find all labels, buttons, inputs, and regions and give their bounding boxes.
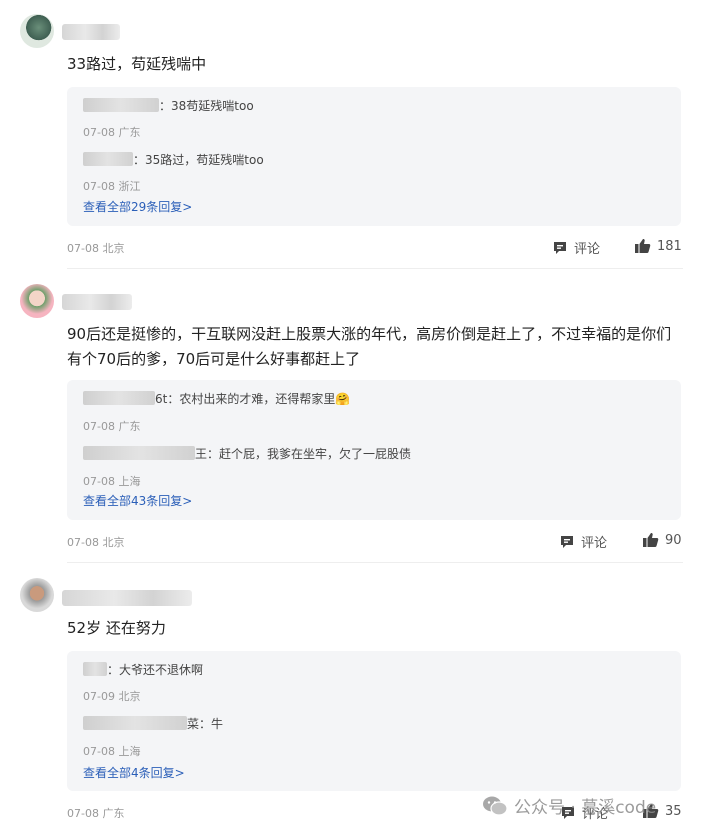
watermark-text: 公众号 · 慕溪code	[514, 798, 657, 818]
like-count: 35	[665, 803, 682, 819]
divider	[67, 562, 683, 563]
watermark: 公众号 · 慕溪code	[482, 793, 656, 818]
reply-meta: 07-08 广东	[83, 420, 141, 433]
reply-box: ：38苟延残喘too 07-08 广东 ：35路过，苟延残喘too 07-08 …	[67, 87, 681, 226]
avatar[interactable]	[20, 284, 54, 318]
comment-text: 52岁 还在努力	[67, 619, 166, 637]
reply-line: 菜：牛	[83, 715, 223, 732]
reply-username[interactable]	[83, 446, 195, 460]
username[interactable]	[62, 590, 192, 606]
thumbs-up-icon	[634, 238, 651, 254]
reply-line: ：大爷还不退休啊	[83, 661, 203, 678]
like-button[interactable]: 90	[642, 532, 682, 548]
comment-meta: 07-08 北京	[67, 536, 125, 549]
wechat-icon	[482, 795, 508, 817]
like-button[interactable]: 181	[634, 238, 682, 254]
avatar[interactable]	[20, 578, 54, 612]
username[interactable]	[62, 294, 132, 310]
divider	[67, 268, 683, 269]
comment-text: 33路过，苟延残喘中	[67, 55, 207, 73]
reply-meta: 07-08 广东	[83, 126, 141, 139]
comment-meta: 07-08 广东	[67, 807, 125, 820]
reply-line: 王：赶个屁，我爹在坐牢，欠了一屁股债	[83, 445, 411, 462]
username[interactable]	[62, 24, 120, 40]
comment-label: 评论	[581, 536, 608, 551]
comment-button[interactable]: 评论	[559, 532, 607, 551]
reply-line: ：38苟延残喘too	[83, 97, 254, 114]
comment-icon	[552, 240, 568, 256]
reply-username[interactable]	[83, 391, 155, 405]
reply-username[interactable]	[83, 152, 133, 166]
like-count: 181	[657, 238, 682, 254]
reply-line: ：35路过，苟延残喘too	[83, 151, 264, 168]
reply-username[interactable]	[83, 716, 187, 730]
see-all-replies-link[interactable]: 查看全部29条回复>	[83, 198, 192, 215]
thumbs-up-icon	[642, 532, 659, 548]
reply-meta: 07-08 上海	[83, 745, 141, 758]
like-count: 90	[665, 532, 682, 548]
reply-box: ：大爷还不退休啊 07-09 北京 菜：牛 07-08 上海 查看全部4条回复>	[67, 651, 681, 791]
reply-meta: 07-08 上海	[83, 475, 141, 488]
reply-box: 6t：农村出来的才难，还得帮家里🤗 07-08 广东 王：赶个屁，我爹在坐牢，欠…	[67, 380, 681, 520]
see-all-replies-link[interactable]: 查看全部43条回复>	[83, 492, 192, 509]
reply-username[interactable]	[83, 98, 159, 112]
reply-username[interactable]	[83, 662, 107, 676]
avatar[interactable]	[20, 14, 54, 48]
comment-text: 90后还是挺惨的，干互联网没赶上股票大涨的年代，高房价倒是赶上了，不过幸福的是你…	[67, 325, 672, 368]
reply-meta: 07-09 北京	[83, 690, 141, 703]
comment-button[interactable]: 评论	[552, 238, 600, 257]
comment-icon	[559, 534, 575, 550]
comment-meta: 07-08 北京	[67, 242, 125, 255]
comment-label: 评论	[574, 242, 601, 257]
see-all-replies-link[interactable]: 查看全部4条回复>	[83, 764, 185, 781]
reply-meta: 07-08 浙江	[83, 180, 141, 193]
reply-line: 6t：农村出来的才难，还得帮家里🤗	[83, 390, 350, 407]
